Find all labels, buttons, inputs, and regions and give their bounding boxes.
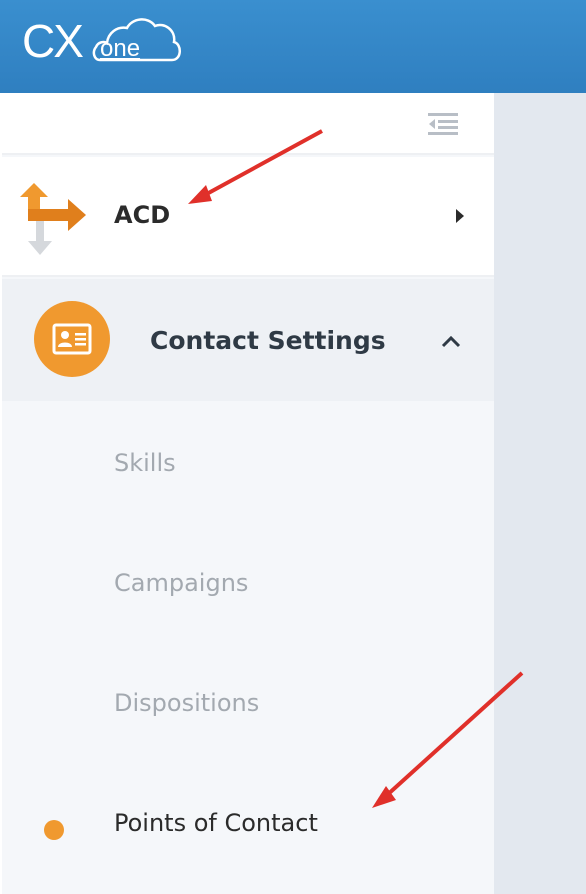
main-content-area [494, 93, 586, 894]
sidebar-item-label: ACD [114, 201, 171, 229]
sidebar-item-acd[interactable]: ACD [2, 157, 494, 277]
acd-arrows-icon [20, 183, 86, 255]
sidebar-subitem-dispositions[interactable]: Dispositions [2, 643, 494, 763]
logo-one-text: one [100, 35, 141, 62]
sidebar-subitem-points-of-contact[interactable]: Points of Contact [2, 763, 494, 883]
collapse-menu-icon[interactable] [426, 112, 460, 136]
sidebar-subitem-label: Points of Contact [114, 809, 318, 837]
sidebar-subitem-skills[interactable]: Skills [2, 403, 494, 523]
chevron-up-icon [441, 335, 461, 348]
logo-cx-text: CX [22, 15, 84, 67]
sidebar-collapse-row [2, 93, 494, 155]
contact-card-icon [52, 323, 92, 355]
active-indicator-dot [44, 820, 64, 840]
app-header: CX one [0, 0, 586, 93]
contact-settings-badge [34, 301, 110, 377]
chevron-right-icon [456, 209, 464, 223]
sidebar-subitem-campaigns[interactable]: Campaigns [2, 523, 494, 643]
sidebar-subitem-label: Skills [114, 449, 176, 477]
sidebar-item-label: Contact Settings [150, 326, 386, 355]
cxone-logo[interactable]: CX one [18, 6, 188, 70]
sidebar-nav: ACD Contact Settings Skills Campaigns Di… [2, 93, 494, 894]
sidebar-item-contact-settings[interactable]: Contact Settings [2, 279, 494, 401]
sidebar-subitem-label: Dispositions [114, 689, 260, 717]
sidebar-subitem-label: Campaigns [114, 569, 249, 597]
